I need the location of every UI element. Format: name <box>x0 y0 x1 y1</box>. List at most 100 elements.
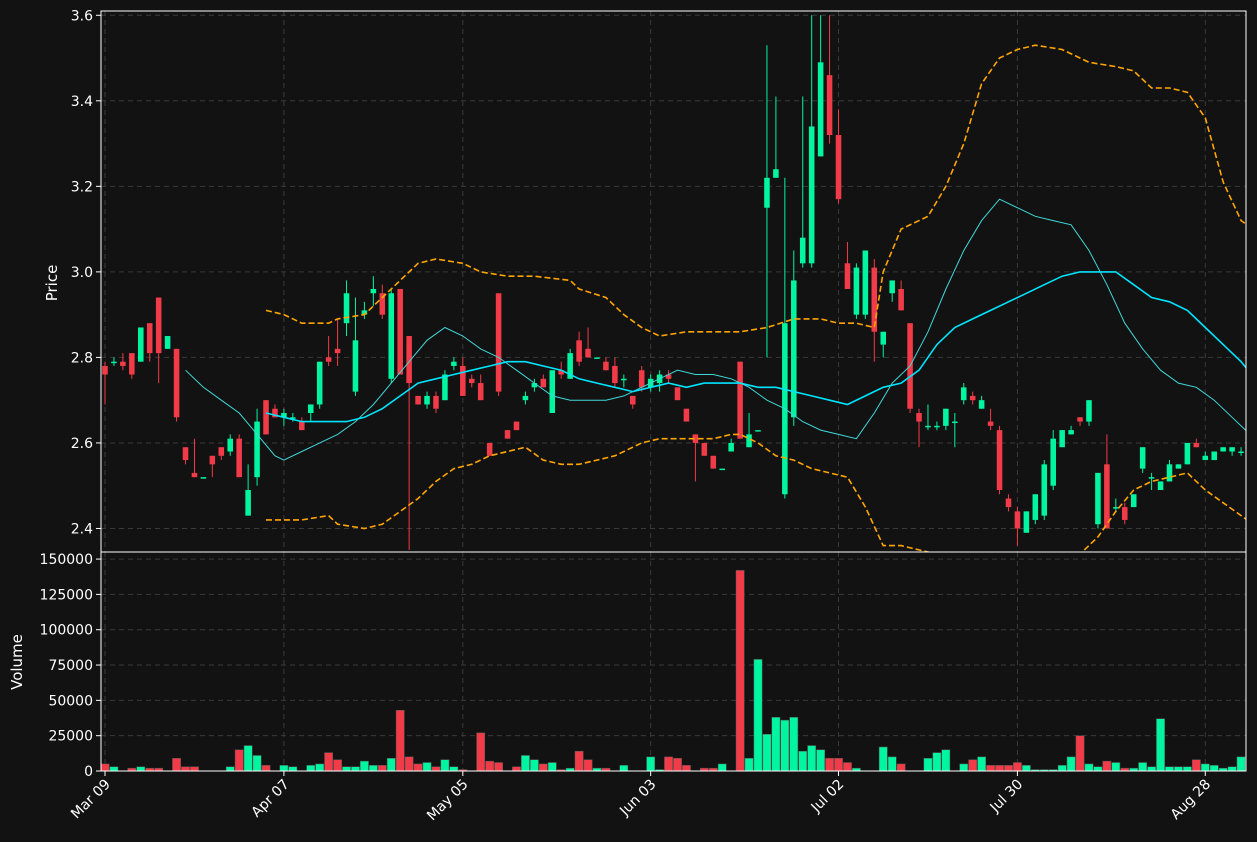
volume-bar <box>333 759 342 771</box>
price-tick-label: 3.6 <box>71 8 93 24</box>
candle-body <box>138 327 144 362</box>
candle-body <box>549 370 556 414</box>
volume-bar <box>288 766 298 771</box>
candle-body <box>960 387 967 401</box>
candle-body <box>1148 477 1155 479</box>
candle-body <box>1220 447 1226 452</box>
candle-body <box>451 361 457 366</box>
candle-body <box>737 361 743 439</box>
volume-bar <box>807 745 817 771</box>
candle-body <box>594 357 600 359</box>
volume-bar <box>449 766 459 771</box>
candle-body <box>817 62 824 157</box>
volume-bar <box>225 766 235 771</box>
candle-body <box>352 340 359 392</box>
candle-body <box>1077 417 1083 422</box>
volume-bar <box>360 760 369 771</box>
volume-bar <box>243 745 253 771</box>
volume-bar <box>735 570 745 771</box>
volume-bar <box>1102 760 1112 771</box>
candle-body <box>307 404 314 414</box>
candle-body <box>111 361 117 364</box>
candle-body <box>442 374 448 401</box>
candle-body <box>612 365 618 384</box>
volume-bar <box>351 766 360 771</box>
candle-body <box>182 447 189 461</box>
volume-bar <box>896 763 906 771</box>
candle-body <box>477 383 484 401</box>
volume-bar <box>547 762 557 771</box>
candle-body <box>468 378 475 384</box>
volume-bar <box>887 756 897 771</box>
volume-bar <box>1066 756 1076 771</box>
candle-body <box>504 430 511 439</box>
candle-body <box>334 348 341 354</box>
volume-bar <box>377 765 387 771</box>
candle-body <box>1005 498 1012 508</box>
candle-body <box>1184 442 1191 465</box>
candle-body <box>621 378 627 381</box>
candle-body <box>898 288 904 311</box>
candle-body <box>236 438 242 478</box>
candle-body <box>844 263 851 289</box>
volume-bar <box>1174 766 1183 771</box>
candle-body <box>755 430 761 432</box>
candle-body <box>576 340 582 362</box>
volume-bar <box>789 717 799 771</box>
candle-body <box>397 288 403 375</box>
candle-body <box>343 293 350 324</box>
candle-body <box>630 395 636 405</box>
volume-axis-label: Volume <box>8 634 26 690</box>
volume-bar <box>172 758 181 771</box>
candle-body <box>764 177 770 208</box>
candle-body <box>934 425 940 428</box>
candle-body <box>1193 442 1200 448</box>
candle-body <box>191 472 198 478</box>
candle-body <box>1023 511 1030 533</box>
candle-body <box>173 348 180 418</box>
volume-bar <box>941 749 951 771</box>
volume-tick-label: 100000 <box>40 623 93 639</box>
volume-bar <box>530 759 539 771</box>
volume-bar <box>977 756 987 771</box>
candle-body <box>943 408 949 426</box>
volume-bar <box>771 717 781 771</box>
candle-body <box>1059 430 1065 448</box>
volume-bar <box>538 763 548 771</box>
volume-bar <box>413 763 423 771</box>
candle-body <box>415 395 421 405</box>
price-tick-label: 3.2 <box>71 179 93 195</box>
candle-body <box>1068 430 1074 435</box>
candle-body <box>701 442 708 456</box>
candle-body <box>1130 494 1137 508</box>
candle-body <box>433 395 439 409</box>
candle-body <box>1050 438 1056 486</box>
volume-bar <box>619 765 629 771</box>
volume-bar <box>744 758 754 771</box>
price-tick-label: 2.6 <box>71 436 93 452</box>
candle-body <box>799 237 806 264</box>
volume-bar <box>798 750 808 771</box>
volume-bar <box>1156 718 1165 771</box>
candle-body <box>746 434 752 448</box>
price-tick-label: 3.0 <box>71 265 93 281</box>
volume-bar <box>932 752 942 771</box>
volume-bar <box>404 756 414 771</box>
candle-body <box>603 361 609 371</box>
candle-body <box>299 421 305 431</box>
price-tick-label: 2.4 <box>71 521 93 537</box>
candle-body <box>1229 447 1235 452</box>
volume-bar <box>753 659 763 771</box>
volume-bar <box>1013 762 1022 771</box>
volume-bar <box>1236 756 1246 771</box>
volume-bar <box>315 763 325 771</box>
candle-body <box>1139 447 1146 469</box>
candle-body <box>585 348 591 358</box>
candle-body <box>424 395 430 405</box>
volume-bar <box>995 765 1004 771</box>
volume-bar <box>959 763 969 771</box>
volume-bar <box>440 759 450 771</box>
candle-body <box>871 267 878 332</box>
candle-body <box>1238 451 1244 453</box>
volume-tick-label: 75000 <box>48 658 93 674</box>
